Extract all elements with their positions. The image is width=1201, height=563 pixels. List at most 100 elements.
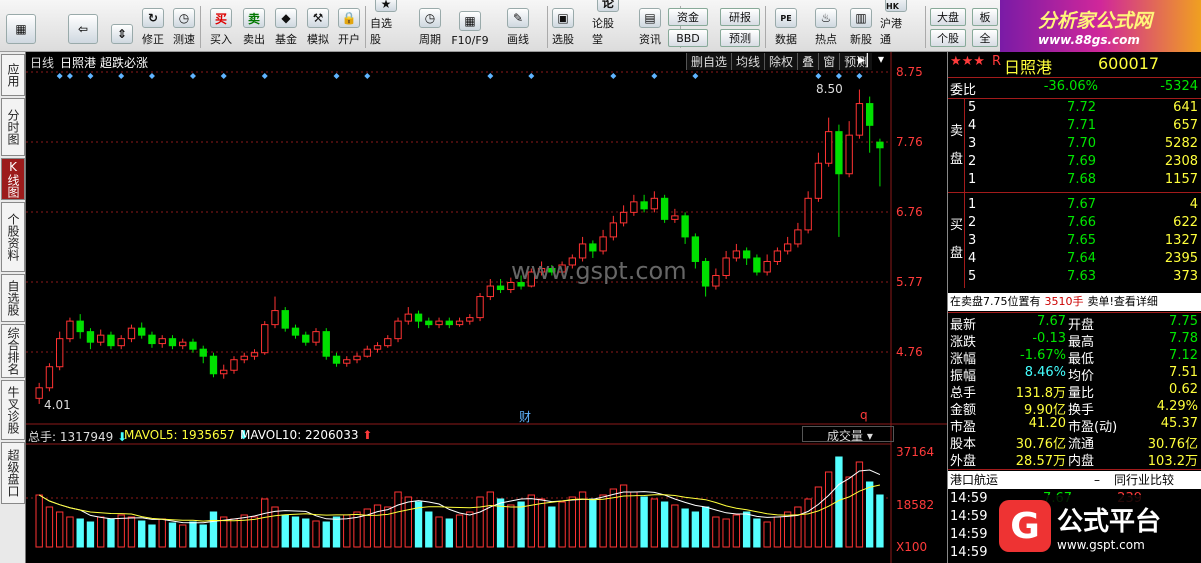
- candle-body: [835, 131, 843, 175]
- toolbar-label: 模拟: [307, 33, 329, 46]
- weibi-value: -36.06%: [1043, 79, 1098, 94]
- stat-value: 28.57万: [1015, 454, 1066, 469]
- level-num: 3: [968, 233, 977, 248]
- volume-bar: [650, 498, 659, 548]
- toolbar-button-19[interactable]: ▥ 新股: [845, 4, 877, 50]
- toolbar-button-1[interactable]: ⇦: [66, 4, 100, 50]
- left-nav-item-0[interactable]: 应用: [1, 54, 25, 96]
- volume-bar: [435, 516, 443, 548]
- candle-body: [148, 334, 156, 345]
- toolbar-box-ban[interactable]: 板: [972, 8, 998, 26]
- stat-value: -1.67%: [1020, 348, 1066, 363]
- cai-marker[interactable]: 财: [519, 408, 531, 425]
- price-axis-label: 7.76: [896, 135, 923, 149]
- volume-bar: [476, 496, 484, 548]
- left-nav-item-1[interactable]: 分时图: [1, 98, 25, 156]
- toolbar-button-14[interactable]: ▣ 选股: [547, 4, 579, 50]
- sell-level: 2 7.69 2308: [948, 154, 1201, 172]
- footer-title: 公式平台: [1057, 506, 1162, 537]
- formula-label[interactable]: 超跌必涨: [100, 54, 148, 71]
- chart-tool-2[interactable]: 除权: [764, 53, 798, 70]
- toolbar-box-quan[interactable]: 全: [972, 29, 998, 47]
- toolbar-button-16[interactable]: ▤ 资讯: [634, 4, 666, 50]
- toolbar-box-gegu[interactable]: 个股: [930, 29, 966, 47]
- kline-chart[interactable]: 日线 日照港 超跌必涨 删自选 均线 除权叠窗预测 ▸| ▾ 财 q 8.50 4.…: [26, 52, 947, 563]
- left-nav-item-2[interactable]: K线图: [1, 158, 25, 200]
- toolbar-button-9[interactable]: 🔒 开户: [333, 4, 365, 50]
- order-alert-link[interactable]: 卖单!查看详细: [1088, 295, 1158, 308]
- toolbar-box-bbd[interactable]: BBD: [668, 29, 708, 47]
- period-label[interactable]: 日线: [30, 54, 54, 71]
- toolbar-button-3[interactable]: ↻ 修正: [137, 4, 169, 50]
- chart-tool-3[interactable]: 叠: [797, 53, 819, 70]
- candle-body: [97, 334, 105, 343]
- toolbar-box-dapan[interactable]: 大盘: [930, 8, 966, 26]
- toolbar-button-13[interactable]: ✎ 画线: [502, 4, 534, 50]
- candle-body: [138, 327, 146, 336]
- level-num: 4: [968, 118, 977, 133]
- chart-tool-0[interactable]: 删自选: [686, 53, 732, 70]
- toolbar-box-yuce[interactable]: 预测: [720, 29, 760, 47]
- toolbar-label: 论股堂: [592, 17, 614, 46]
- volume-bar: [783, 511, 792, 548]
- left-nav-item-5[interactable]: 综合排名: [1, 324, 25, 378]
- industry-compare-button[interactable]: 同行业比较: [1114, 471, 1174, 489]
- chart-tool-1[interactable]: 均线: [731, 53, 765, 70]
- candle-body: [589, 243, 597, 252]
- toolbar-button-18[interactable]: ♨ 热点: [810, 4, 842, 50]
- chart-tool-4[interactable]: 窗: [818, 53, 840, 70]
- volume-bar: [845, 476, 853, 548]
- tick-time: 14:59: [950, 545, 988, 560]
- weibi-row: 委比 -36.06% -5324: [948, 79, 1201, 98]
- volume-bar: [619, 484, 628, 548]
- sell-price: 7.69: [1067, 154, 1096, 169]
- weibi-label: 委比: [950, 83, 977, 98]
- toolbar-button-20[interactable]: SH-HK 沪港通: [880, 0, 912, 50]
- toolbar-box-yanbao[interactable]: 研报: [720, 8, 760, 26]
- toolbar-button-5[interactable]: 买买入: [205, 4, 237, 50]
- toolbar-button-8[interactable]: ⚒ 模拟: [302, 4, 334, 50]
- volume-bar: [35, 494, 43, 548]
- toolbar-button-6[interactable]: 卖卖出: [238, 4, 270, 50]
- arrow-icon[interactable]: ▸|: [858, 52, 870, 68]
- toolbar-box-zijin[interactable]: 资金: [668, 8, 708, 26]
- toolbar-button-7[interactable]: ◆ 基金: [270, 4, 302, 50]
- buy-volume: 2395: [1164, 251, 1198, 266]
- signal-diamond: [651, 73, 658, 79]
- order-alert[interactable]: 在卖盘7.75位置有 3510手 卖单!查看详细: [948, 293, 1201, 311]
- volume-bar: [230, 518, 238, 548]
- stat-value: -0.13: [1032, 331, 1066, 346]
- left-nav-item-4[interactable]: 自选股: [1, 274, 25, 322]
- candle-body: [168, 338, 177, 347]
- candle-body: [45, 366, 54, 389]
- divider: [948, 77, 1201, 78]
- volume-bar: [865, 481, 874, 548]
- industry-bar[interactable]: 港口航运 – 同行业比较: [948, 471, 1201, 489]
- toolbar-button-12[interactable]: ▦ F10/F9: [451, 4, 489, 50]
- volume-bar: [640, 496, 648, 548]
- toolbar-button-11[interactable]: ◷ 周期: [414, 4, 446, 50]
- toolbar-label: 新股: [850, 33, 872, 46]
- industry-dash: –: [1094, 473, 1100, 487]
- toolbar-button-0[interactable]: ▦: [4, 4, 38, 50]
- toolbar-button-15[interactable]: 论论股堂: [592, 0, 624, 50]
- volume-bar: [445, 518, 453, 548]
- candle-body: [599, 236, 607, 252]
- candle-body: [865, 103, 874, 126]
- buy-price: 7.67: [1067, 197, 1096, 212]
- toolbar-button-10[interactable]: ★ 自选股: [370, 0, 402, 50]
- toolbar-label: 基金: [275, 33, 297, 46]
- left-nav-item-6[interactable]: 牛叉诊股: [1, 380, 25, 440]
- left-nav-item-7[interactable]: 超级盘口: [1, 442, 25, 504]
- left-nav-item-3[interactable]: 个股资料: [1, 202, 25, 272]
- toolbar-button-17[interactable]: PE 数据: [770, 4, 802, 50]
- toolbar-button-4[interactable]: ◷ 测速: [168, 4, 200, 50]
- indicator-select[interactable]: 成交量 ▾: [802, 426, 894, 443]
- chevron-down-icon[interactable]: ▾: [878, 52, 884, 66]
- divider: [948, 469, 1201, 470]
- toolbar-button-2[interactable]: ⇕: [106, 4, 138, 50]
- candle-body: [404, 313, 412, 322]
- q-marker[interactable]: q: [860, 408, 868, 422]
- divider: [948, 312, 1201, 313]
- candle-body: [271, 310, 279, 326]
